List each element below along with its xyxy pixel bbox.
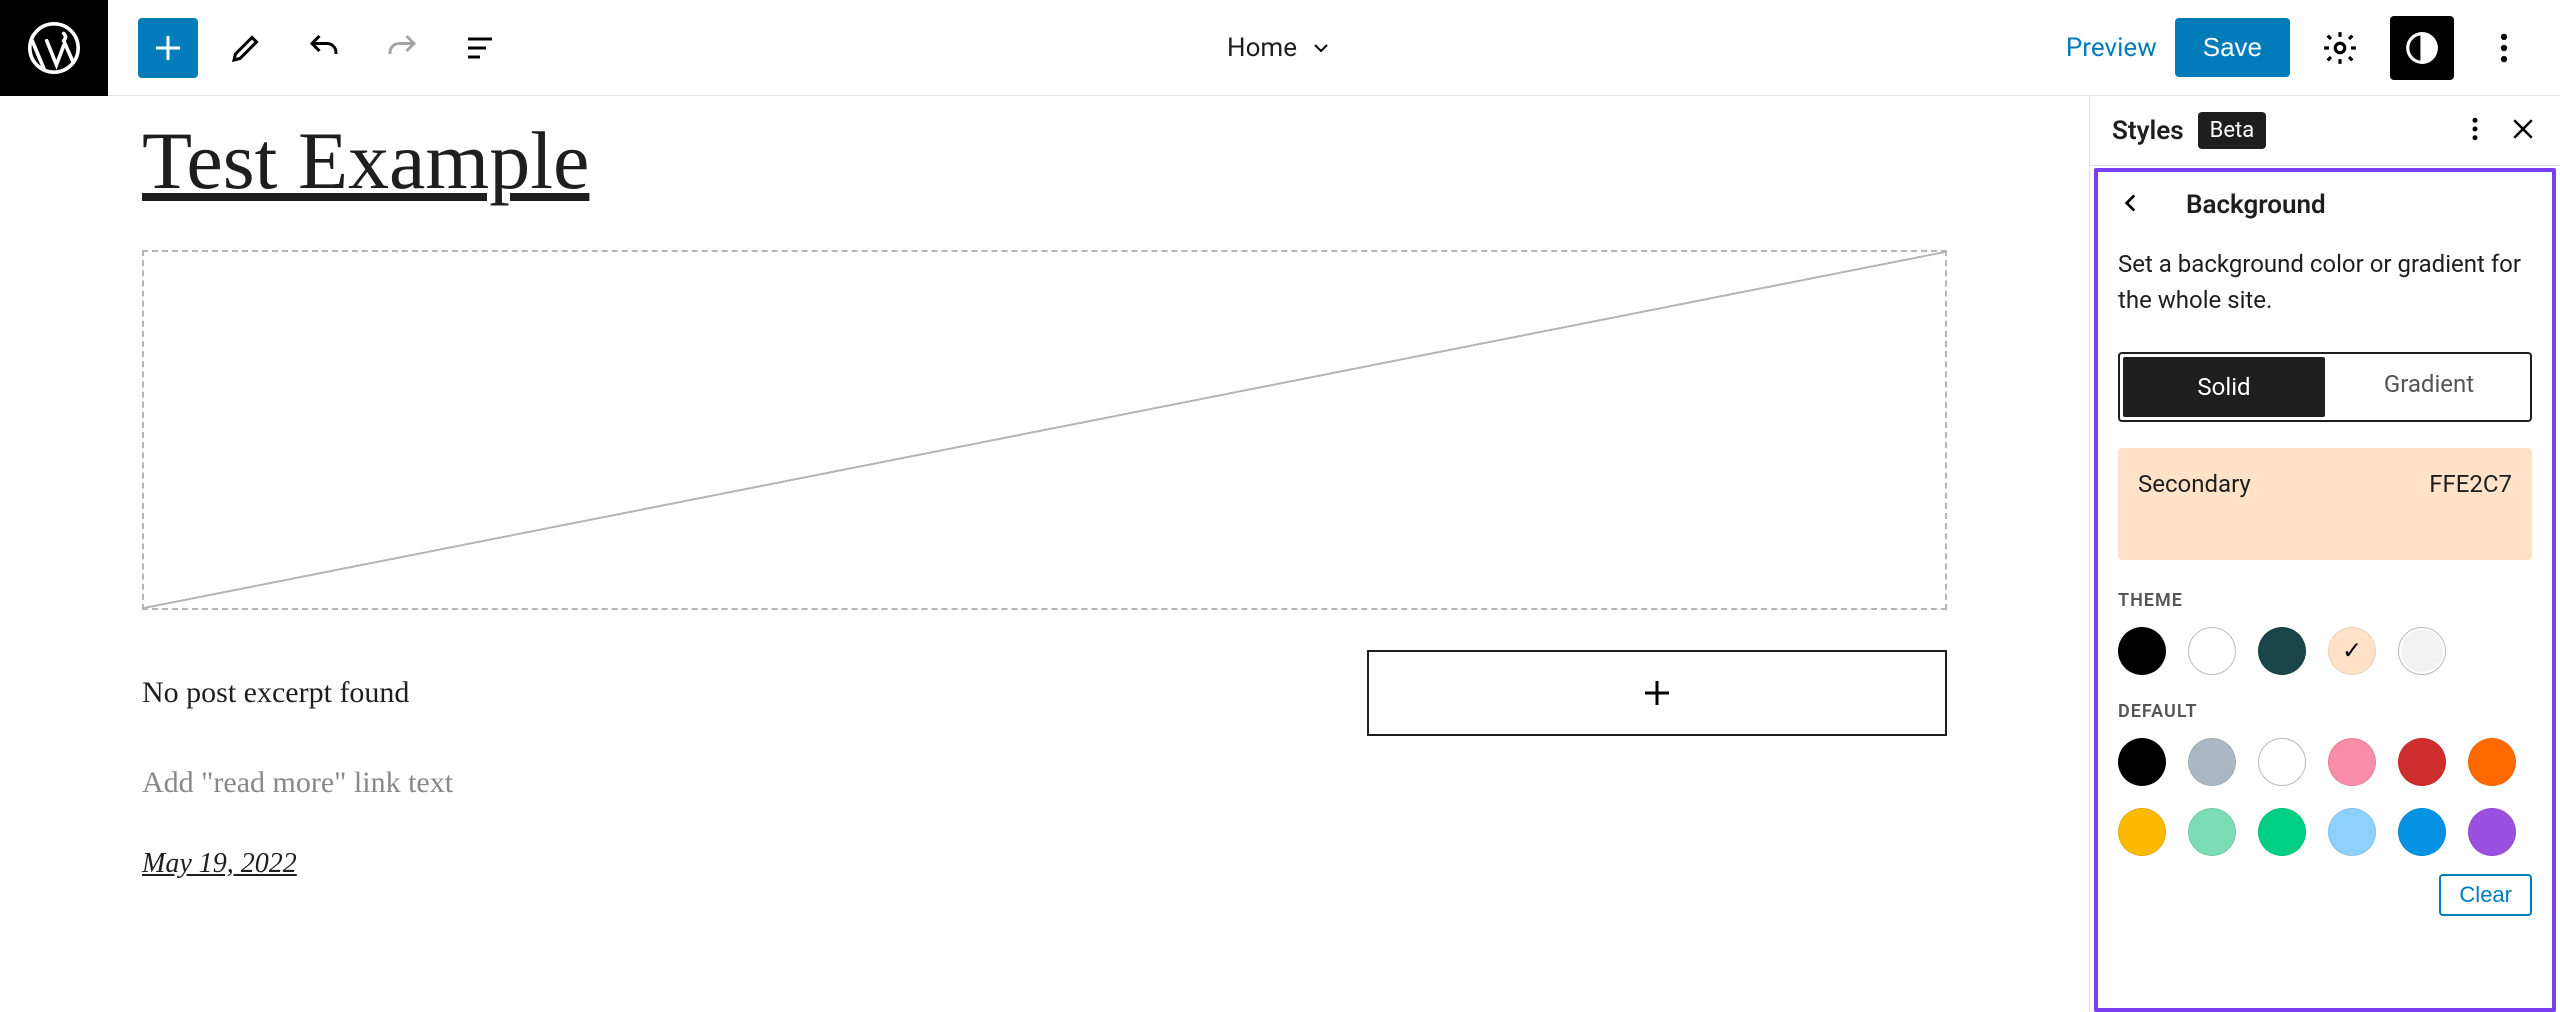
plus-icon [150, 30, 186, 66]
chevron-left-icon [2118, 190, 2144, 216]
editor-canvas[interactable]: Test Example No post excerpt found Add "… [0, 96, 2090, 1012]
sidebar-title: Styles [2112, 116, 2184, 146]
swatch-default-green[interactable] [2258, 808, 2306, 856]
wordpress-icon [25, 19, 83, 77]
pencil-icon [228, 30, 264, 66]
swatch-default-white[interactable] [2258, 738, 2306, 786]
edit-tool-button[interactable] [216, 18, 276, 78]
sidebar-header: Styles Beta [2090, 96, 2560, 166]
post-excerpt-block[interactable]: No post excerpt found [142, 676, 409, 710]
redo-button[interactable] [372, 18, 432, 78]
swatch-default-red[interactable] [2398, 738, 2446, 786]
swatch-default-purple[interactable] [2468, 808, 2516, 856]
panel-description: Set a background color or gradient for t… [2118, 246, 2532, 318]
editor-topbar: Home Preview Save [0, 0, 2560, 96]
default-group-label: Default [2118, 701, 2532, 722]
styles-button[interactable] [2390, 16, 2454, 80]
styles-sidebar: Styles Beta Background Set a background … [2090, 96, 2560, 1012]
list-view-button[interactable] [450, 18, 510, 78]
swatch-theme-foreground[interactable] [2118, 627, 2166, 675]
redo-icon [384, 30, 420, 66]
tab-gradient[interactable]: Gradient [2328, 354, 2530, 420]
swatch-default-yellow[interactable] [2118, 808, 2166, 856]
site-title-block[interactable]: Test Example [142, 114, 1947, 208]
undo-button[interactable] [294, 18, 354, 78]
swatch-default-blue[interactable] [2398, 808, 2446, 856]
chevron-down-icon [1309, 36, 1333, 60]
selected-color-hex: FFE2C7 [2429, 470, 2512, 498]
read-more-input[interactable]: Add "read more" link text [142, 766, 1947, 800]
undo-icon [306, 30, 342, 66]
toolbar-right: Preview Save [2066, 16, 2536, 80]
swatch-theme-background[interactable] [2188, 627, 2236, 675]
swatch-default-orange[interactable] [2468, 738, 2516, 786]
sidebar-more-button[interactable] [2460, 114, 2490, 148]
kebab-icon [2485, 29, 2523, 67]
color-type-toggle: Solid Gradient [2118, 352, 2532, 422]
swatch-theme-tertiary[interactable] [2398, 627, 2446, 675]
add-block-button[interactable] [138, 18, 198, 78]
more-options-button[interactable] [2472, 16, 2536, 80]
selected-color-display[interactable]: Secondary FFE2C7 [2118, 448, 2532, 560]
list-view-icon [462, 30, 498, 66]
kebab-icon [2460, 114, 2490, 144]
panel-title: Background [2186, 190, 2326, 220]
clear-color-button[interactable]: Clear [2439, 874, 2532, 916]
background-panel: Background Set a background color or gra… [2094, 168, 2556, 1012]
sidebar-close-button[interactable] [2508, 114, 2538, 148]
swatch-default-pink[interactable] [2328, 738, 2376, 786]
toolbar-left [108, 18, 510, 78]
styles-contrast-icon [2403, 29, 2441, 67]
swatch-default-lightblue[interactable] [2328, 808, 2376, 856]
swatch-default-black[interactable] [2118, 738, 2166, 786]
default-swatches [2118, 738, 2532, 856]
preview-link[interactable]: Preview [2066, 33, 2157, 63]
document-title: Home [1227, 33, 1297, 63]
theme-swatches [2118, 627, 2532, 675]
selected-color-name: Secondary [2138, 470, 2251, 498]
close-icon [2508, 114, 2538, 144]
settings-button[interactable] [2308, 16, 2372, 80]
swatch-default-gray[interactable] [2188, 738, 2236, 786]
featured-image-placeholder[interactable] [142, 250, 1947, 610]
swatch-theme-primary[interactable] [2258, 627, 2306, 675]
save-button[interactable]: Save [2175, 18, 2290, 77]
block-appender[interactable] [1367, 650, 1947, 736]
wp-logo-button[interactable] [0, 0, 108, 96]
beta-badge: Beta [2198, 112, 2267, 149]
swatch-theme-secondary[interactable] [2328, 627, 2376, 675]
plus-icon [1639, 675, 1675, 711]
document-title-dropdown[interactable]: Home [1227, 33, 1333, 63]
post-date-block[interactable]: May 19, 2022 [142, 848, 297, 880]
gear-icon [2321, 29, 2359, 67]
panel-back-button[interactable] [2118, 190, 2144, 220]
tab-solid[interactable]: Solid [2123, 357, 2325, 417]
swatch-default-lightgreen[interactable] [2188, 808, 2236, 856]
theme-group-label: Theme [2118, 590, 2532, 611]
